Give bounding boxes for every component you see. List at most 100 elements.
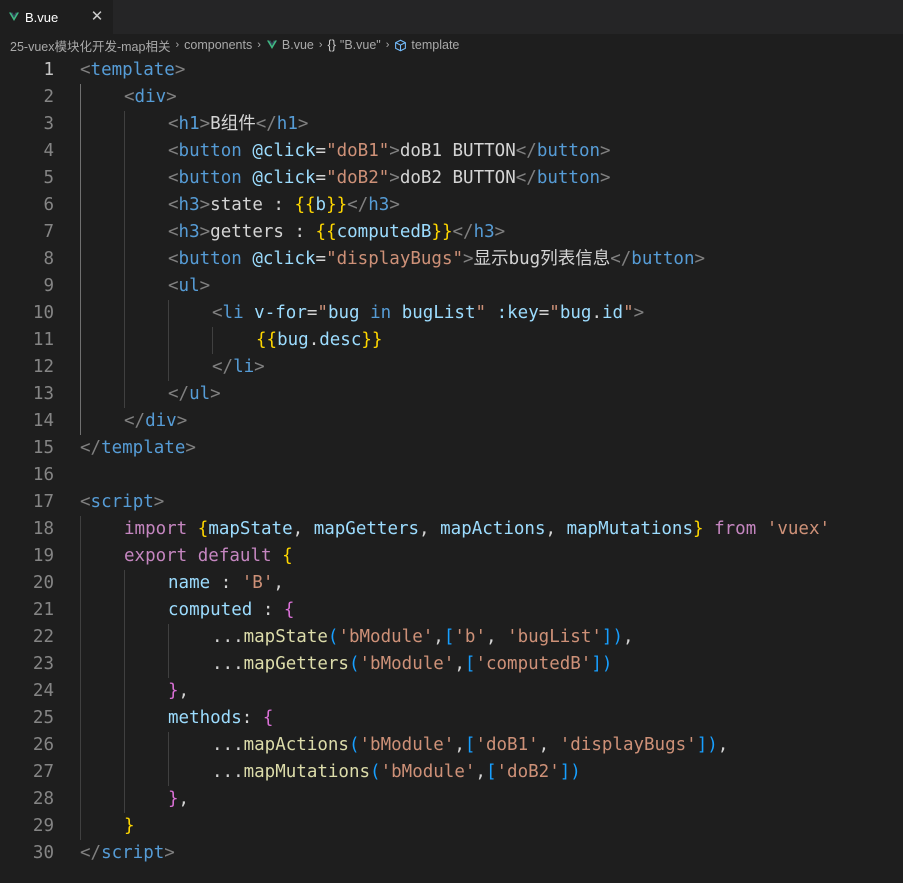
token-text: state : (210, 195, 295, 215)
code-line[interactable]: 22 ...mapState('bModule',['b', 'bugList']… (0, 624, 903, 651)
token-tag-name: h3 (178, 195, 200, 215)
code-line[interactable]: 10 <li v-for="bug in bugList" :key="bug.i… (0, 300, 903, 327)
code-line[interactable]: 16 (0, 462, 903, 489)
token-bracket: ( (348, 654, 360, 674)
code-line[interactable]: 30 </script> (0, 840, 903, 867)
code-line[interactable]: 2 <div> (0, 84, 903, 111)
token-punctuation: > (633, 303, 645, 323)
token-tag-name: template (101, 438, 186, 458)
token-punctuation: > (199, 222, 211, 242)
token-identifier: methods (168, 708, 242, 728)
breadcrumb-template[interactable]: template (411, 38, 459, 52)
token-punctuation: > (389, 195, 400, 215)
breadcrumb-file[interactable]: B.vue (282, 38, 314, 52)
code-line[interactable]: 19 export default { (0, 543, 903, 570)
code-line[interactable]: 23 ...mapGetters('bModule',['computedB']) (0, 651, 903, 678)
code-content: computed : { (168, 597, 294, 624)
token-text: , (454, 735, 465, 755)
code-line[interactable]: 17 <script> (0, 489, 903, 516)
line-number: 7 (43, 222, 54, 242)
breadcrumb-components[interactable]: components (184, 38, 252, 52)
code-editor[interactable]: 1 <template> 2 <div> 3 <h1>B组件</h1> 4 <button @… (0, 56, 903, 883)
token-punctuation: < (80, 492, 91, 512)
line-number: 23 (32, 654, 54, 674)
close-icon[interactable]: ✕ (89, 8, 105, 24)
token-brace: } (693, 519, 704, 539)
token-punctuation: < (212, 303, 223, 323)
token-punctuation: < (80, 60, 91, 80)
token-brace: }} (431, 222, 453, 242)
tab-b-vue[interactable]: B.vue ✕ (0, 0, 113, 34)
token-string-literal: " (475, 303, 487, 323)
code-line[interactable]: 14 </div> (0, 408, 903, 435)
breadcrumb-folder[interactable]: 25-vuex模块化开发-map相关 (10, 36, 170, 55)
token-string-literal: " (317, 303, 328, 323)
code-line[interactable]: 28}, (0, 786, 903, 813)
code-line[interactable]: 25 methods: { (0, 705, 903, 732)
code-line[interactable]: 24}, (0, 678, 903, 705)
code-line[interactable]: 6 <h3>state : {{b}}</h3> (0, 192, 903, 219)
code-content: ...mapGetters('bModule',['computedB']) (212, 651, 612, 678)
token-function-name: mapGetters (243, 654, 349, 674)
code-line[interactable]: 18 import {mapState, mapGetters, mapActio… (0, 516, 903, 543)
code-line[interactable]: 5 <button @click="doB2">doB2 BUTTON</butt… (0, 165, 903, 192)
token-punctuation: </ (515, 168, 537, 188)
code-line[interactable]: 27 ...mapMutations('bModule',['doB2']) (0, 759, 903, 786)
token-punctuation: </ (212, 357, 234, 377)
code-line[interactable]: 12 </li> (0, 354, 903, 381)
code-content: methods: { (168, 705, 273, 732)
token-bracket: ] (591, 654, 602, 674)
code-line[interactable]: 1 <template> (0, 57, 903, 84)
token-punctuation: > (174, 60, 186, 80)
token-text: , (485, 627, 508, 647)
line-number: 3 (43, 114, 54, 134)
code-line[interactable]: 11 {{bug.desc}} (0, 327, 903, 354)
token-punctuation: > (166, 87, 177, 107)
code-line[interactable]: 26 ...mapActions('bModule',['doB1', 'disp… (0, 732, 903, 759)
code-line[interactable]: 9 <ul> (0, 273, 903, 300)
code-line[interactable]: 15 </template> (0, 435, 903, 462)
token-text: , (292, 519, 314, 539)
code-content: name : 'B', (168, 570, 284, 597)
token-punctuation: > (199, 195, 211, 215)
token-bracket: ) (612, 627, 623, 647)
breadcrumb-module[interactable]: "B.vue" (340, 38, 381, 52)
token-punctuation: > (176, 411, 188, 431)
line-number: 2 (43, 87, 54, 107)
token-text: : (210, 573, 242, 593)
token-string-literal: " (549, 303, 560, 323)
token-string-literal: 'B' (241, 573, 274, 593)
token-bracket: ) (601, 654, 613, 674)
token-bracket: [ (464, 735, 476, 755)
code-line[interactable]: 8 <button @click="displayBugs">显示bug列表信息<… (0, 246, 903, 273)
line-number: 5 (43, 168, 54, 188)
token-text: : (252, 600, 284, 620)
token-attribute-name: @click (252, 141, 316, 161)
token-brace: {{ (294, 195, 316, 215)
code-content: </script> (80, 840, 175, 867)
token-punctuation: < (124, 87, 135, 107)
token-string-literal: 'bugList' (507, 627, 602, 647)
breadcrumb: 25-vuex模块化开发-map相关 › components › B.vue … (0, 34, 903, 56)
code-content: <h3>state : {{b}}</h3> (168, 192, 400, 219)
token-tag-name: script (90, 492, 154, 512)
token-tag-name: button (178, 168, 242, 188)
token-string-literal: 'bModule' (380, 762, 476, 782)
code-line[interactable]: 7 <h3>getters : {{computedB}}</h3> (0, 219, 903, 246)
token-brace: } (124, 816, 135, 836)
code-line[interactable]: 21 computed : { (0, 597, 903, 624)
line-number: 12 (32, 357, 54, 377)
token-identifier: mapGetters (313, 519, 420, 539)
token-string-literal: 'displayBugs' (559, 735, 697, 755)
code-line[interactable]: 20 name : 'B', (0, 570, 903, 597)
code-line[interactable]: 13 </ul> (0, 381, 903, 408)
code-line[interactable]: 29} (0, 813, 903, 840)
token-punctuation: </ (80, 843, 102, 863)
token-tag-name: button (536, 141, 601, 161)
code-line[interactable]: 4 <button @click="doB1">doB1 BUTTON</butt… (0, 138, 903, 165)
code-line[interactable]: 3 <h1>B组件</h1> (0, 111, 903, 138)
